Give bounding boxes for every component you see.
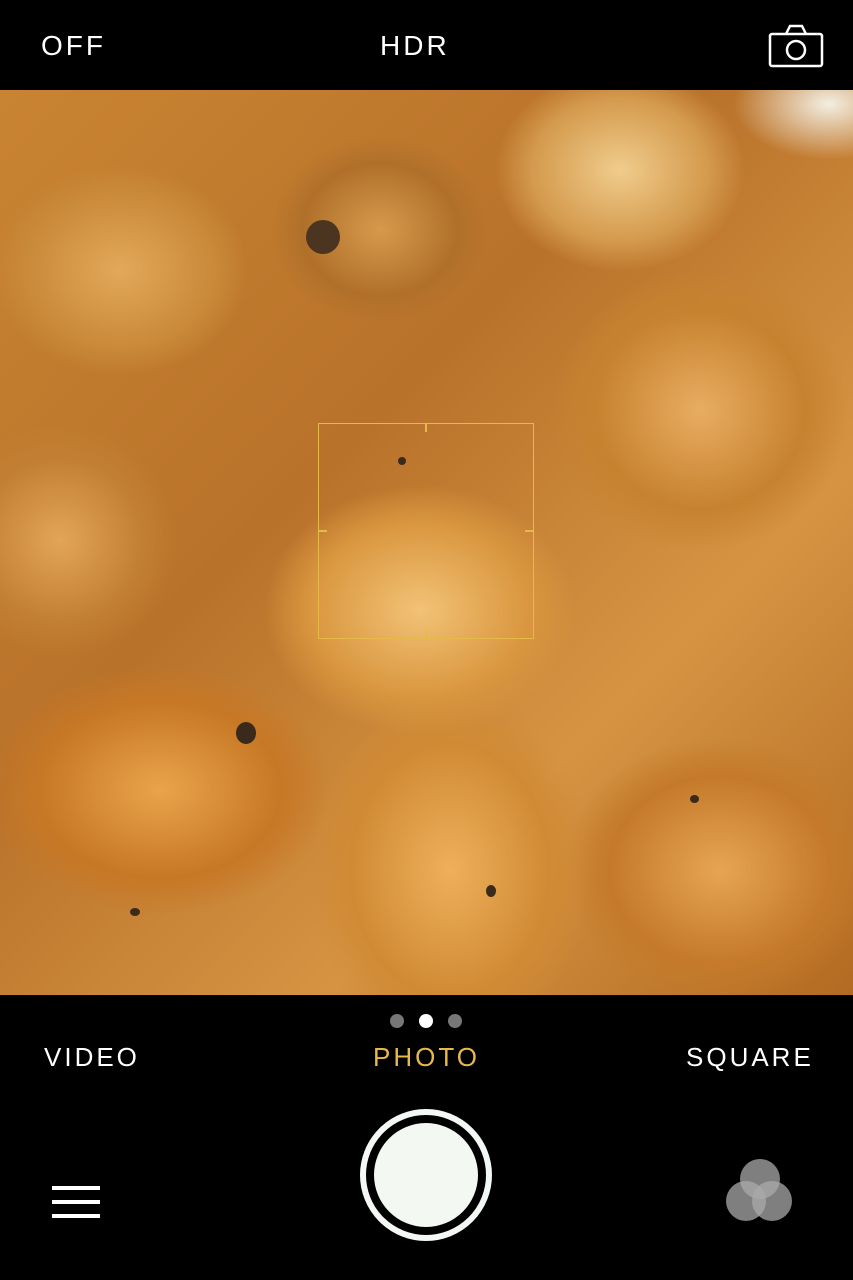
food-speck: [130, 908, 140, 916]
focus-tick-top: [425, 424, 427, 432]
hamburger-menu-icon[interactable]: [52, 1186, 100, 1220]
food-speck: [236, 722, 256, 744]
filter-circle: [752, 1181, 792, 1221]
menu-line: [52, 1186, 100, 1190]
filters-icon[interactable]: [720, 1155, 800, 1227]
camera-viewfinder[interactable]: [0, 90, 853, 995]
menu-line: [52, 1200, 100, 1204]
focus-indicator[interactable]: [318, 423, 534, 639]
plate-edge: [733, 90, 853, 160]
hdr-toggle[interactable]: HDR: [380, 30, 450, 62]
shutter-inner: [374, 1123, 478, 1227]
shutter-button[interactable]: [360, 1109, 492, 1241]
page-dot: [390, 1014, 404, 1028]
camera-switch-icon[interactable]: [766, 22, 826, 70]
focus-tick-right: [525, 530, 533, 532]
focus-tick-left: [319, 530, 327, 532]
mode-square[interactable]: SQUARE: [686, 1042, 814, 1073]
top-bar: OFF HDR: [0, 0, 853, 90]
page-dot: [448, 1014, 462, 1028]
food-speck: [690, 795, 699, 803]
food-speck: [306, 220, 340, 254]
menu-line: [52, 1214, 100, 1218]
mode-photo[interactable]: PHOTO: [373, 1042, 480, 1073]
mode-page-indicator: [390, 1014, 465, 1030]
focus-tick-bottom: [425, 630, 427, 638]
mode-video[interactable]: VIDEO: [44, 1042, 140, 1073]
food-speck: [486, 885, 496, 897]
page-dot-active: [419, 1014, 433, 1028]
flash-toggle[interactable]: OFF: [41, 30, 106, 62]
